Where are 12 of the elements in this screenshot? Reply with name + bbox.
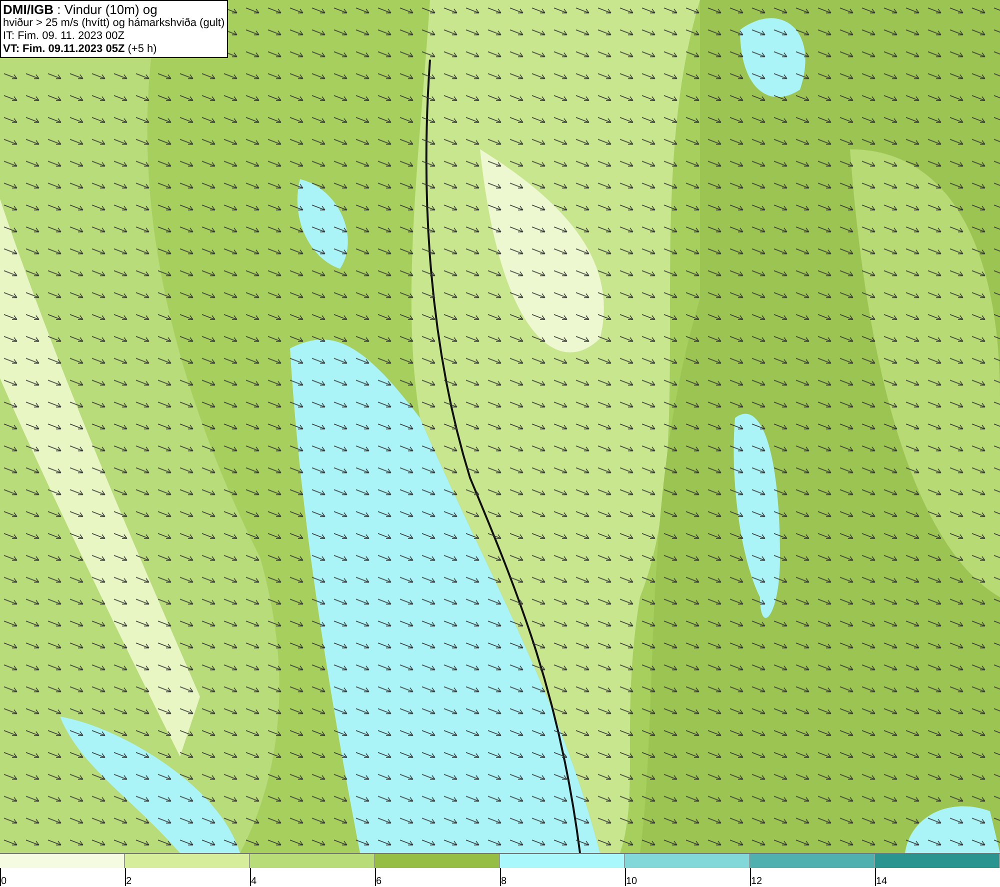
legend-tick-label: 2 <box>126 876 132 887</box>
title-line: VT: Fim. 09.11.2023 05Z (+5 h) <box>3 43 158 56</box>
legend-tick-label: 12 <box>751 876 762 887</box>
title-line: IT: Fim. 09. 11. 2023 00Z <box>3 30 126 43</box>
title-line: DMI/IGB : Vindur (10m) og <box>3 2 158 17</box>
legend-tick-label: 8 <box>501 876 507 887</box>
legend-tick-label: 10 <box>626 876 638 887</box>
legend-tick-label: 14 <box>876 876 888 887</box>
legend-tick-label: 0 <box>1 876 7 887</box>
legend-tick-label: 6 <box>376 876 382 887</box>
title-line: hviður > 25 m/s (hvítt) og hámarkshviða (gult) <box>3 17 225 30</box>
legend-tick-label: 4 <box>251 876 257 887</box>
